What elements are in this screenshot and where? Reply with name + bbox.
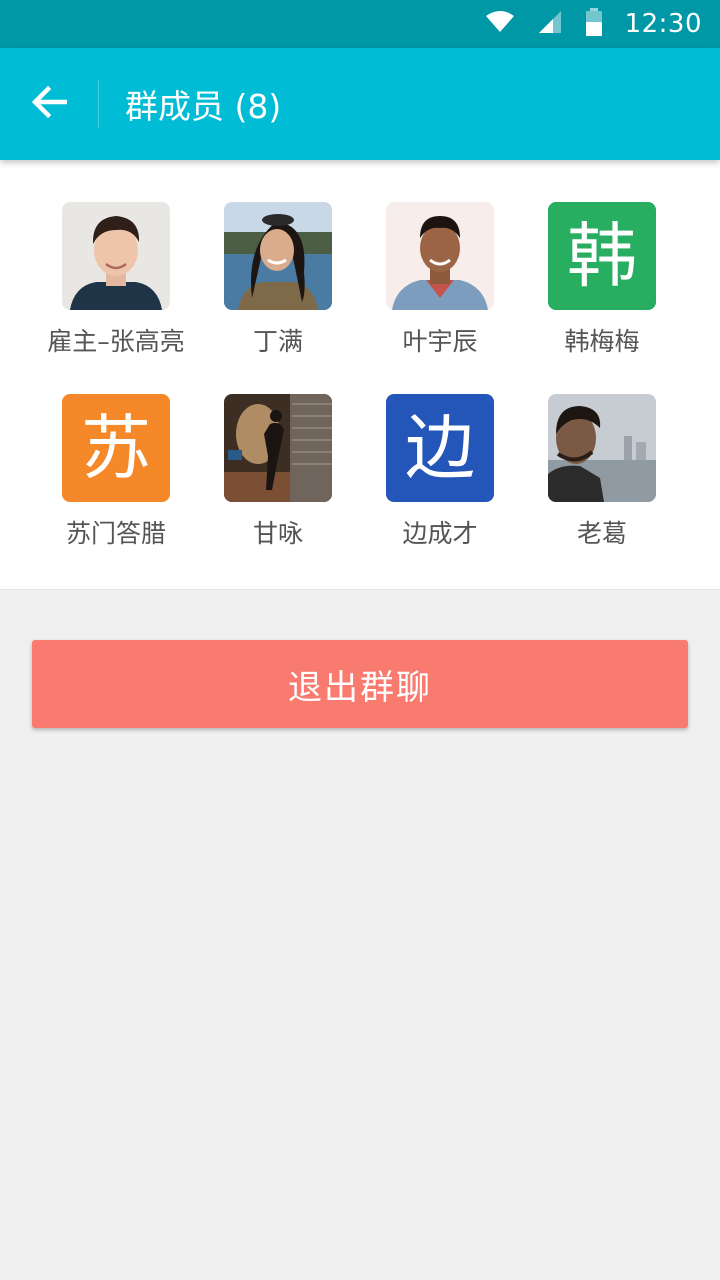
member-avatar[interactable] (386, 202, 494, 310)
member-item[interactable]: 边 边成才 (355, 394, 525, 564)
member-item[interactable]: 甘咏 (193, 394, 363, 564)
quit-group-button[interactable]: 退出群聊 (32, 640, 688, 728)
app-bar: 群成员 (8) (0, 48, 720, 160)
signal-icon (537, 9, 563, 39)
member-avatar[interactable]: 边 (386, 394, 494, 502)
member-item[interactable]: 叶宇辰 (355, 202, 525, 372)
member-name: 苏门答腊 (65, 519, 166, 548)
member-name: 甘咏 (252, 519, 303, 548)
arrow-left-icon (31, 85, 68, 122)
member-avatar[interactable]: 韩 (548, 202, 656, 310)
back-button[interactable] (0, 48, 98, 160)
member-name: 丁满 (252, 327, 303, 356)
member-item[interactable]: 韩 韩梅梅 (517, 202, 687, 372)
member-avatar[interactable] (224, 202, 332, 310)
member-name: 叶宇辰 (402, 327, 478, 356)
member-item[interactable]: 苏 苏门答腊 (31, 394, 201, 564)
member-item[interactable]: 丁满 (193, 202, 363, 372)
member-item[interactable]: 老葛 (517, 394, 687, 564)
members-grid: 雇主–张高亮 丁满 叶宇辰 韩 韩梅梅 苏 苏门答腊 甘咏 边 边成才 老葛 (0, 160, 720, 590)
status-bar: 12:30 (0, 0, 720, 48)
member-name: 韩梅梅 (564, 327, 640, 356)
member-item[interactable]: 雇主–张高亮 (31, 202, 201, 372)
member-name: 老葛 (576, 519, 627, 548)
member-name: 雇主–张高亮 (47, 327, 185, 356)
status-time: 12:30 (624, 9, 702, 39)
member-avatar[interactable] (548, 394, 656, 502)
member-avatar[interactable] (224, 394, 332, 502)
member-avatar[interactable] (62, 202, 170, 310)
app-bar-divider (98, 80, 99, 128)
battery-icon (585, 8, 603, 40)
wifi-icon (485, 10, 515, 38)
page-title: 群成员 (8) (125, 87, 282, 126)
member-name: 边成才 (402, 519, 478, 548)
member-avatar[interactable]: 苏 (62, 394, 170, 502)
